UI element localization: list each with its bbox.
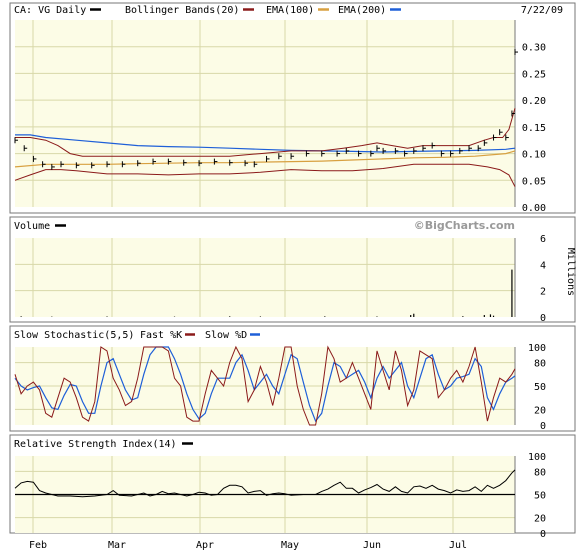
rsi-legend-label: Relative Strength Index(14) — [14, 439, 177, 450]
price-y-tick-label: 0.25 — [522, 69, 546, 80]
volume-plot — [15, 238, 516, 317]
stoch-plot — [14, 345, 516, 426]
price-legend-label: EMA(200) — [338, 5, 386, 16]
price-legend: CA: VG Daily Bollinger Bands(20) EMA(100) E… — [14, 5, 401, 16]
stoch-y-tick-label: 0 — [540, 421, 546, 432]
stoch-legend-label: Slow Stochastic(5,5) — [14, 330, 134, 341]
price-legend-label: EMA(100) — [266, 5, 314, 16]
volume-y-tick-label: 6 — [540, 234, 546, 245]
rsi-y-tick-label: 80 — [534, 467, 546, 478]
price-y-tick-label: 0.05 — [522, 176, 546, 187]
price-y-tick-label: 0.30 — [522, 43, 546, 54]
rsi-legend: Relative Strength Index(14) — [14, 439, 193, 450]
volume-y-tick-label: 4 — [540, 260, 546, 271]
stock-chart: CA: VG Daily Bollinger Bands(20) EMA(100) E… — [0, 0, 579, 553]
price-plot-area — [15, 20, 515, 207]
month-label: Mar — [108, 540, 126, 551]
rsi-y-tick-label: 0 — [540, 529, 546, 540]
price-y-tick-label: 0.00 — [522, 203, 546, 214]
stoch-y-tick-label: 80 — [534, 359, 546, 370]
price-y-tick-label: 0.10 — [522, 150, 546, 161]
month-label: Feb — [29, 540, 47, 551]
stoch-legend-label: Slow %D — [205, 330, 247, 341]
price-plot — [14, 20, 518, 207]
stoch-y-tick-label: 100 — [528, 343, 546, 354]
stoch-y-tick-label: 20 — [534, 405, 546, 416]
watermark: ©BigCharts.com — [414, 219, 515, 232]
price-legend-label: CA: VG Daily — [14, 5, 86, 16]
rsi-y-tick-label: 100 — [528, 452, 546, 463]
volume-label: Volume — [14, 221, 50, 232]
volume-y-tick-label: 0 — [540, 313, 546, 324]
stoch-legend-label: Fast %K — [140, 330, 182, 341]
volume-y-tick-label: 2 — [540, 287, 546, 298]
month-label: Jun — [363, 540, 381, 551]
volume-unit-label: Millions — [565, 248, 576, 296]
price-y-tick-label: 0.15 — [522, 123, 546, 134]
month-label: Apr — [196, 540, 214, 551]
rsi-y-tick-label: 20 — [534, 514, 546, 525]
rsi-y-tick-label: 50 — [534, 491, 546, 502]
month-label: May — [281, 540, 299, 551]
stoch-y-tick-label: 50 — [534, 382, 546, 393]
price-y-tick-label: 0.20 — [522, 96, 546, 107]
volume-plot-area — [15, 238, 515, 317]
date-label: 7/22/09 — [521, 5, 563, 16]
month-label: Jul — [449, 540, 467, 551]
price-legend-label: Bollinger Bands(20) — [125, 5, 239, 16]
rsi-plot — [14, 456, 516, 533]
